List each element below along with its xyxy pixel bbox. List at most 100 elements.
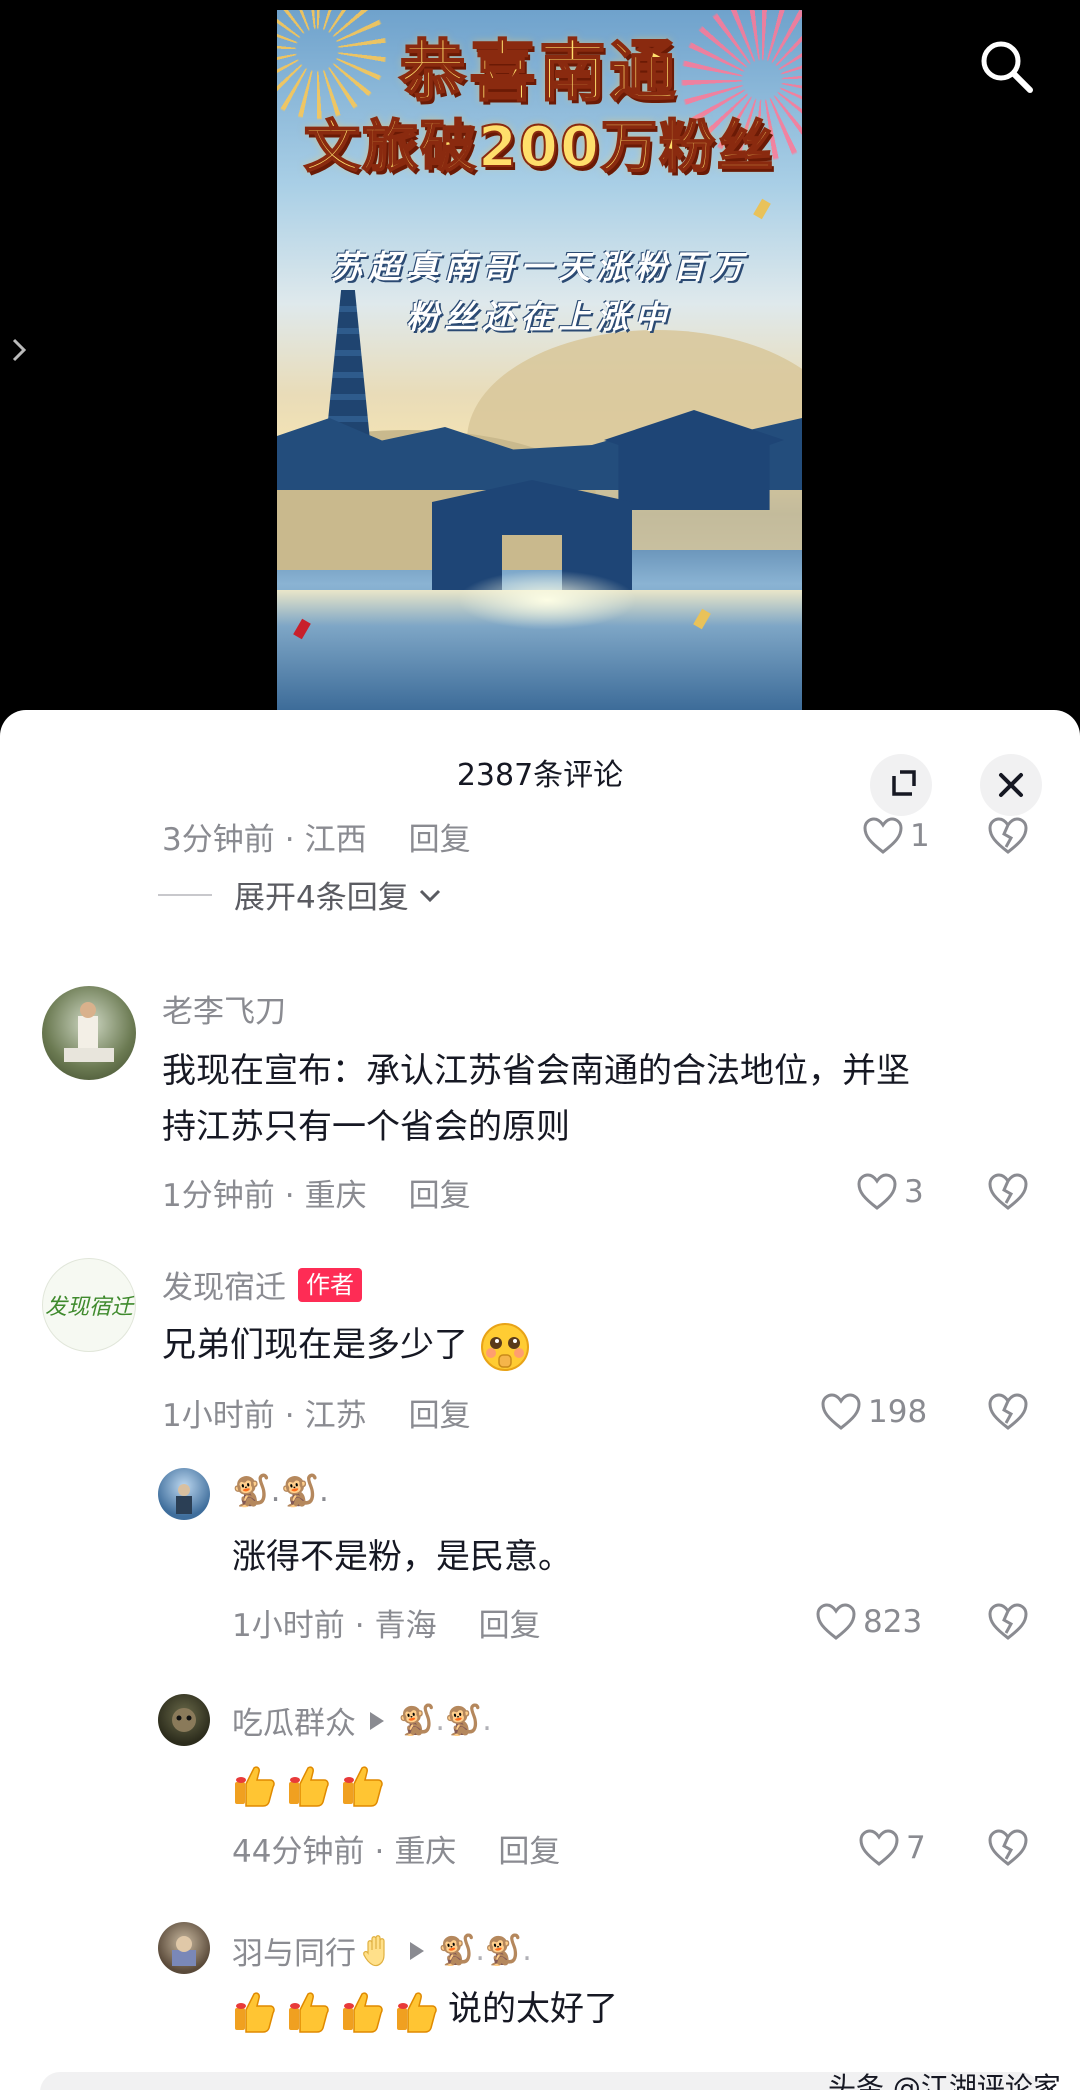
poster-subtitle: 粉丝还在上涨中: [406, 298, 673, 336]
thumbs-up-emoji-icon: [289, 1991, 329, 2033]
like-count: 3: [904, 1174, 924, 1210]
broken-heart-icon: [988, 1603, 1028, 1640]
comment-text: 持江苏只有一个省会的原则: [162, 1107, 570, 1147]
comment-location: 重庆: [394, 1834, 457, 1870]
expand-replies-button[interactable]: 展开4条回复: [158, 872, 445, 917]
reply-button[interactable]: 回复: [479, 1608, 541, 1644]
poster-title: 文旅破200万粉丝: [303, 114, 775, 181]
reply-username[interactable]: 羽与同行 🐒.🐒.: [232, 1928, 532, 1973]
avatar[interactable]: [158, 1694, 210, 1746]
comment-time: 1小时前: [162, 1398, 275, 1434]
like-button[interactable]: 7: [858, 1826, 926, 1870]
search-icon[interactable]: [976, 36, 1036, 96]
thumbs-up-emoji-icon: [235, 1765, 275, 1807]
watermark: 头条 @江湖评论家: [828, 2071, 1061, 2090]
avatar[interactable]: 发现宿迁: [42, 1258, 136, 1352]
expand-button[interactable]: [870, 754, 932, 816]
comment-location: 江西: [304, 822, 367, 858]
reply-button[interactable]: 回复: [409, 822, 471, 858]
expand-icon: [892, 770, 916, 796]
like-count: 823: [863, 1604, 923, 1640]
heart-icon: [821, 1393, 861, 1430]
comment-meta: 3分钟前 · 江西 回复: [162, 822, 471, 858]
heart-icon: [859, 1829, 899, 1866]
comment-text: [232, 1752, 394, 1814]
comment-meta: 1小时前 · 青海 回复: [232, 1608, 541, 1644]
comment-text-content: 说的太好了: [448, 1989, 618, 2029]
close-icon: [999, 773, 1023, 797]
close-button[interactable]: [980, 754, 1042, 816]
reply-username[interactable]: 🐒.🐒.: [232, 1472, 329, 1509]
comment-time: 1小时前: [232, 1608, 345, 1644]
comment-location: 江苏: [304, 1398, 367, 1434]
dislike-button[interactable]: [986, 1600, 1030, 1644]
thumbs-up-emoji-icon: [397, 1991, 437, 2033]
dislike-button[interactable]: [986, 1826, 1030, 1870]
avatar-text: 发现宿迁: [44, 1295, 133, 1320]
reply-username[interactable]: 吃瓜群众 🐒.🐒.: [232, 1698, 492, 1743]
comment-text: 涨得不是粉，是民意。: [232, 1537, 572, 1577]
poster-subtitle: 苏超真南哥一天涨粉百万: [330, 248, 749, 286]
comment-text: 我现在宣布：承认江苏省会南通的合法地位，并坚: [162, 1051, 910, 1091]
divider: [158, 893, 212, 896]
poster-title: 恭喜南通: [399, 32, 680, 111]
confetti: [753, 198, 771, 220]
reply-button[interactable]: 回复: [409, 1398, 471, 1434]
reply-to-username: 🐒.🐒.: [438, 1933, 532, 1968]
username-label: 羽与同行: [232, 1936, 356, 1972]
thumbs-up-emoji-icon: [343, 1991, 383, 2033]
like-count: 7: [906, 1830, 926, 1866]
chevron-right-icon[interactable]: [8, 330, 34, 370]
avatar[interactable]: [42, 986, 136, 1080]
like-button[interactable]: 3: [856, 1170, 924, 1214]
raised-hand-emoji-icon: [363, 1934, 385, 1966]
comment-text: 兄弟们现在是多少了: [162, 1314, 531, 1376]
thumbs-up-emoji-icon: [289, 1765, 329, 1807]
author-badge: 作者: [298, 1267, 362, 1302]
username-label: 发现宿迁: [162, 1270, 286, 1306]
comment-username[interactable]: 发现宿迁 作者: [162, 1262, 362, 1307]
comment-username[interactable]: 老李飞刀: [162, 986, 286, 1031]
broken-heart-icon: [988, 1393, 1028, 1430]
broken-heart-icon: [988, 1173, 1028, 1210]
comment-time: 44分钟前: [232, 1834, 365, 1870]
heart-icon: [863, 817, 903, 854]
avatar[interactable]: [158, 1922, 210, 1974]
comment-location: 青海: [374, 1608, 437, 1644]
heart-icon: [816, 1603, 856, 1640]
like-count: 1: [910, 818, 930, 854]
reply-button[interactable]: 回复: [498, 1834, 560, 1870]
thumbs-up-emoji-icon: [343, 1765, 383, 1807]
comment-text: 说的太好了: [232, 1978, 618, 2040]
dislike-button[interactable]: [986, 814, 1030, 858]
like-button[interactable]: 198: [820, 1390, 927, 1434]
broken-heart-icon: [988, 1829, 1028, 1866]
comment-meta: 1小时前 · 江苏 回复: [162, 1398, 471, 1434]
comment-meta: 1分钟前 · 重庆 回复: [162, 1178, 471, 1214]
blush-face-emoji-icon: [480, 1322, 529, 1371]
heart-icon: [857, 1173, 897, 1210]
sun-glow: [457, 570, 637, 630]
like-button[interactable]: 1: [862, 814, 930, 858]
comment-location: 重庆: [304, 1178, 367, 1214]
comment-time: 1分钟前: [162, 1178, 275, 1214]
reply-button[interactable]: 回复: [409, 1178, 471, 1214]
expand-replies-label: 展开4条回复: [234, 880, 409, 916]
comment-meta: 44分钟前 · 重庆 回复: [232, 1834, 561, 1870]
sheet-header: 2387条评论: [0, 730, 1080, 816]
thumbs-up-emoji-icon: [235, 1991, 275, 2033]
broken-heart-icon: [988, 817, 1028, 854]
dislike-button[interactable]: [986, 1170, 1030, 1214]
reply-to-username: 🐒.🐒.: [398, 1703, 492, 1738]
like-count: 198: [868, 1394, 928, 1430]
avatar[interactable]: [158, 1468, 210, 1520]
video-poster[interactable]: 恭喜南通 文旅破200万粉丝 苏超真南哥一天涨粉百万 粉丝还在上涨中: [277, 10, 802, 710]
comment-text-content: 兄弟们现在是多少了: [162, 1325, 468, 1365]
reply-arrow-icon: [370, 1711, 384, 1730]
like-button[interactable]: 823: [815, 1600, 922, 1644]
comment-time: 3分钟前: [162, 822, 275, 858]
chevron-down-icon: [419, 889, 440, 902]
reply-arrow-icon: [410, 1941, 424, 1960]
dislike-button[interactable]: [986, 1390, 1030, 1434]
video-player[interactable]: 恭喜南通 文旅破200万粉丝 苏超真南哥一天涨粉百万 粉丝还在上涨中: [0, 0, 1080, 740]
